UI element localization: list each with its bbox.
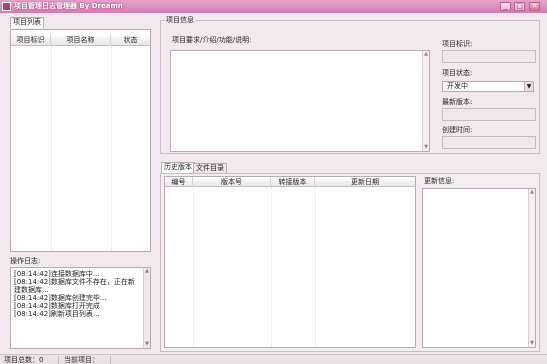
tab-file-directory[interactable]: 文件目录 (193, 163, 227, 173)
title-bar[interactable]: 项目管理日志管理器 By Dreamn _ □ ✕ (0, 0, 547, 13)
column-header-project-id[interactable]: 项目标识 (11, 34, 51, 46)
status-divider (110, 356, 111, 364)
window-title: 项目管理日志管理器 By Dreamn (14, 2, 123, 10)
chevron-down-icon[interactable]: ▼ (524, 82, 533, 91)
scroll-down-icon[interactable]: ▼ (144, 341, 150, 348)
scroll-up-icon[interactable]: ▲ (144, 268, 150, 275)
latest-version-field[interactable] (442, 108, 536, 121)
grid-divider (315, 187, 316, 347)
scroll-down-icon[interactable]: ▼ (529, 340, 535, 347)
project-status-label: 项目状态: (442, 69, 473, 77)
log-line: [08:14:42]连接数据库中... (14, 270, 100, 278)
grid-divider (193, 187, 194, 347)
project-status-value: 开发中 (447, 82, 468, 90)
column-header-update-date[interactable]: 更新日期 (315, 177, 415, 187)
status-divider (58, 356, 59, 364)
tab-file-directory-label: 文件目录 (196, 164, 224, 172)
project-status-select[interactable]: 开发中 ▼ (442, 81, 534, 92)
log-line: [08:14:42]数据库创建完毕... (14, 294, 107, 302)
scroll-down-icon[interactable]: ▼ (423, 144, 429, 151)
minimize-button[interactable]: _ (500, 2, 511, 11)
history-table[interactable]: 编号 版本号 转接版本 更新日期 (164, 176, 416, 348)
project-id-field[interactable] (442, 50, 536, 63)
column-header-project-name[interactable]: 项目名称 (51, 34, 111, 46)
current-project-status: 当前项目： (64, 356, 99, 364)
tab-history-versions[interactable]: 历史版本 (161, 162, 195, 173)
log-scrollbar[interactable]: ▲ ▼ (143, 268, 150, 348)
latest-version-label: 最新版本: (442, 98, 473, 106)
project-count-status: 项目总数：0 (4, 356, 44, 364)
tab-history-versions-label: 历史版本 (164, 163, 192, 171)
grid-divider (271, 187, 272, 347)
requirements-textarea[interactable]: ▲ ▼ (170, 50, 430, 152)
column-header-transfer-version[interactable]: 转接版本 (271, 177, 315, 187)
maximize-button[interactable]: □ (514, 2, 525, 11)
requirements-label: 项目要求/介绍/功能/说明: (172, 36, 252, 44)
update-info-textarea[interactable]: ▲ ▼ (422, 188, 536, 348)
log-line: [08:14:42]数据库打开完成 (14, 302, 100, 310)
grid-divider (111, 47, 112, 251)
column-header-version[interactable]: 版本号 (193, 177, 271, 187)
column-header-status[interactable]: 状态 (111, 34, 150, 46)
created-time-label: 创建时间: (442, 126, 473, 134)
project-list-header: 项目标识 项目名称 状态 (11, 34, 150, 46)
update-info-label: 更新信息: (424, 177, 455, 185)
column-header-number[interactable]: 编号 (165, 177, 193, 187)
log-line: [08:14:42]刷新项目列表... (14, 310, 100, 318)
project-id-label: 项目标识: (442, 40, 473, 48)
status-bar: 项目总数：0 当前项目： (0, 354, 547, 364)
operation-log-title: 操作日志: (10, 257, 41, 265)
scroll-up-icon[interactable]: ▲ (529, 189, 535, 196)
scroll-up-icon[interactable]: ▲ (423, 51, 429, 58)
tab-project-list[interactable]: 项目列表 (10, 17, 44, 28)
update-info-scrollbar[interactable]: ▲ ▼ (528, 189, 535, 347)
requirements-scrollbar[interactable]: ▲ ▼ (422, 51, 429, 151)
created-time-field[interactable] (442, 136, 536, 149)
project-list-table[interactable]: 项目标识 项目名称 状态 (10, 29, 151, 252)
log-line: [08:14:42]数据库文件不存在，正在新建数据库... (14, 278, 135, 294)
grid-divider (51, 47, 52, 251)
history-table-header: 编号 版本号 转接版本 更新日期 (165, 177, 415, 187)
close-button[interactable]: ✕ (529, 2, 540, 11)
tab-project-list-label: 项目列表 (13, 18, 41, 26)
app-icon (2, 2, 11, 11)
operation-log-box[interactable]: [08:14:42]连接数据库中... [08:14:42]数据库文件不存在，正… (10, 267, 151, 349)
project-info-title: 项目信息 (164, 16, 196, 25)
